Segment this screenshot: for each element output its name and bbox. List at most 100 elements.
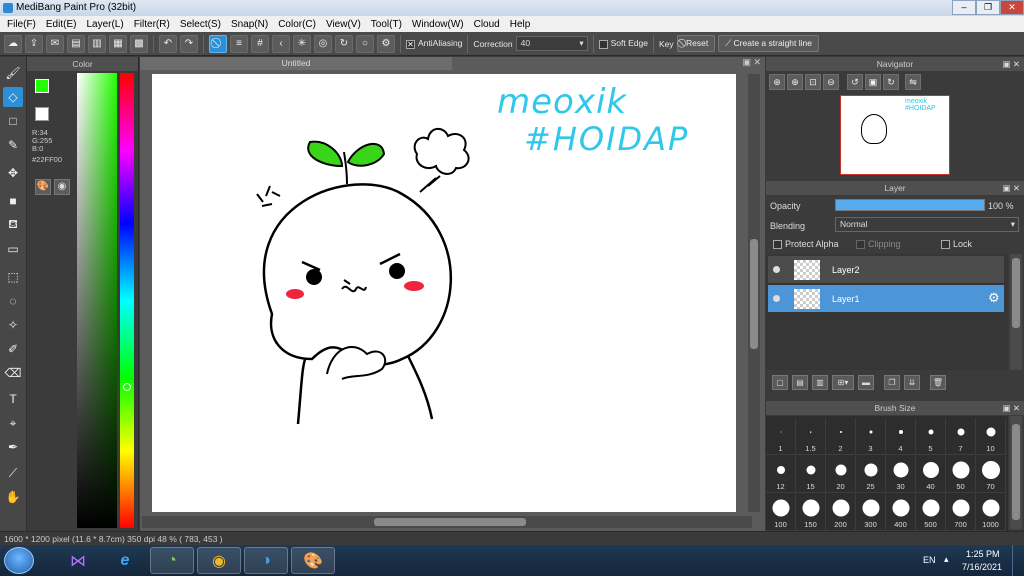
brush-size-cell[interactable]: 10 [976, 418, 1006, 455]
magic-wand-icon[interactable]: ✧ [3, 315, 23, 335]
rect-select-icon[interactable]: ⬚ [3, 267, 23, 287]
add-layer-menu-icon[interactable]: ⊞▾ [832, 375, 854, 390]
menu-cloud[interactable]: Cloud [469, 19, 505, 30]
rotate-left-icon[interactable]: ↺ [847, 74, 863, 90]
brush-size-cell[interactable]: 400 [886, 494, 916, 531]
close-button[interactable]: ✕ [1000, 0, 1024, 15]
paint-icon[interactable]: 🎨 [291, 547, 335, 574]
curve-snap-icon[interactable]: ↻ [335, 34, 353, 53]
brush-size-cell[interactable]: 3 [856, 418, 886, 455]
brush-size-cell[interactable]: 2 [826, 418, 856, 455]
hue-handle[interactable] [123, 383, 131, 391]
brush-size-cell[interactable]: 100 [766, 494, 796, 531]
share-icon[interactable]: ⇪ [25, 34, 43, 53]
eraser-tool-icon[interactable]: ◇ [3, 87, 23, 107]
perspective-snap-icon[interactable]: ‹ [272, 34, 290, 53]
select-pen-icon[interactable]: ✎ [3, 135, 23, 155]
brush-tool-icon[interactable]: 🖌 [3, 63, 23, 83]
gradient-tool-icon[interactable]: ▭ [3, 239, 23, 259]
brush-size-cell[interactable]: 1 [766, 418, 796, 455]
divide-tool-icon[interactable]: ✒ [3, 437, 23, 457]
brush-size-cell[interactable]: 1000 [976, 494, 1006, 531]
drawing-canvas[interactable]: meoxik #HOIDAP [152, 74, 736, 512]
brush-size-cell[interactable]: 30 [886, 456, 916, 493]
tray-arrow-icon[interactable]: ▴ [944, 554, 949, 565]
menu-edit[interactable]: Edit(E) [41, 19, 82, 30]
fill-tool-icon[interactable]: ■ [3, 191, 23, 211]
grid-snap-icon[interactable]: # [251, 34, 269, 53]
menu-file[interactable]: File(F) [2, 19, 41, 30]
new-layer-icon[interactable]: ▢ [772, 375, 788, 390]
concentric-snap-icon[interactable]: ◎ [314, 34, 332, 53]
delete-layer-icon[interactable]: 🗑 [930, 375, 946, 390]
brush-scrollbar[interactable] [1010, 416, 1022, 529]
brush-size-cell[interactable]: 70 [976, 456, 1006, 493]
minimize-button[interactable]: – [952, 0, 976, 15]
brush-size-cell[interactable]: 50 [946, 456, 976, 493]
brush-size-cell[interactable]: 700 [946, 494, 976, 531]
vertical-scroll-thumb[interactable] [750, 239, 758, 349]
menu-tool[interactable]: Tool(T) [366, 19, 407, 30]
brush-size-cell[interactable]: 7 [946, 418, 976, 455]
protect-alpha-checkbox[interactable]: Protect Alpha [773, 239, 839, 250]
actual-size-icon[interactable]: ▣ [865, 74, 881, 90]
folder-icon[interactable]: ▬ [858, 375, 874, 390]
panel-icon[interactable]: ▦ [109, 34, 127, 53]
menu-help[interactable]: Help [505, 19, 536, 30]
merge-layer-icon[interactable]: ⇊ [904, 375, 920, 390]
menu-color[interactable]: Color(C) [273, 19, 321, 30]
maximize-button[interactable]: ❐ [976, 0, 1000, 15]
menu-select[interactable]: Select(S) [175, 19, 226, 30]
snap-off-icon[interactable]: ⃠ [209, 34, 227, 53]
dot-tool-icon[interactable]: □ [3, 111, 23, 131]
layer-scrollbar[interactable] [1010, 254, 1022, 370]
operation-tool-icon[interactable]: ⌖ [3, 413, 23, 433]
chat-icon[interactable]: ▤ [67, 34, 85, 53]
reset-button[interactable]: ⃠ Reset [676, 35, 716, 52]
select-eraser-icon[interactable]: ⌫ [3, 363, 23, 383]
close-icon[interactable]: ▣ ✕ [1002, 181, 1020, 195]
close-icon[interactable]: ▣ ✕ [1002, 57, 1020, 71]
soft-edge-checkbox[interactable]: Soft Edge [598, 38, 648, 49]
zoom-out-icon[interactable]: ⊖ [823, 74, 839, 90]
navigator-preview[interactable]: meoxik #HOIDAP [840, 95, 950, 175]
brush-size-cell[interactable]: 20 [826, 456, 856, 493]
menu-view[interactable]: View(V) [321, 19, 366, 30]
brush-size-cell[interactable]: 150 [796, 494, 826, 531]
comment-icon[interactable]: ✉ [46, 34, 64, 53]
brush-size-cell[interactable]: 15 [796, 456, 826, 493]
opacity-slider[interactable] [835, 199, 985, 211]
fit-window-icon[interactable]: ⊡ [805, 74, 821, 90]
move-tool-icon[interactable]: ✥ [3, 163, 23, 183]
transparent-swatch[interactable] [35, 107, 49, 121]
brush-scroll-thumb[interactable] [1012, 424, 1020, 520]
canvas-close-icon[interactable]: ▣ ✕ [740, 57, 765, 70]
palette-icon[interactable]: 🎨 [35, 179, 51, 195]
coccoc-browser-icon[interactable]: ◔ [150, 547, 194, 574]
duplicate-layer-icon[interactable]: ❐ [884, 375, 900, 390]
parallel-snap-icon[interactable]: ≡ [230, 34, 248, 53]
lock-checkbox[interactable]: Lock [941, 239, 972, 250]
flip-icon[interactable]: ⇋ [905, 74, 921, 90]
saturation-value-box[interactable] [77, 73, 117, 528]
clock-time[interactable]: 1:25 PM [966, 549, 1000, 559]
eyedropper-icon[interactable]: ⟋ [3, 463, 23, 483]
layer-scroll-thumb[interactable] [1012, 258, 1020, 328]
visual-studio-icon[interactable]: ⋈ [56, 547, 100, 574]
horizontal-scroll-thumb[interactable] [374, 518, 526, 526]
brush-size-cell[interactable]: 40 [916, 456, 946, 493]
bucket-tool-icon[interactable]: ⛾ [3, 215, 23, 235]
radial-snap-icon[interactable]: ✳ [293, 34, 311, 53]
brush-size-cell[interactable]: 5 [916, 418, 946, 455]
hand-tool-icon[interactable]: ✋ [3, 487, 23, 507]
language-indicator[interactable]: EN [923, 555, 936, 565]
menu-window[interactable]: Window(W) [407, 19, 469, 30]
menu-layer[interactable]: Layer(L) [81, 19, 128, 30]
zoom-in-icon[interactable]: ⊕ [769, 74, 785, 90]
new-halftone-layer-icon[interactable]: ▤ [792, 375, 808, 390]
vertical-scrollbar[interactable] [748, 74, 760, 512]
brush-size-cell[interactable]: 1.5 [796, 418, 826, 455]
brush-size-cell[interactable]: 500 [916, 494, 946, 531]
cloud-icon[interactable]: ☁ [4, 34, 22, 53]
gear-icon[interactable]: ⚙ [988, 290, 1000, 306]
